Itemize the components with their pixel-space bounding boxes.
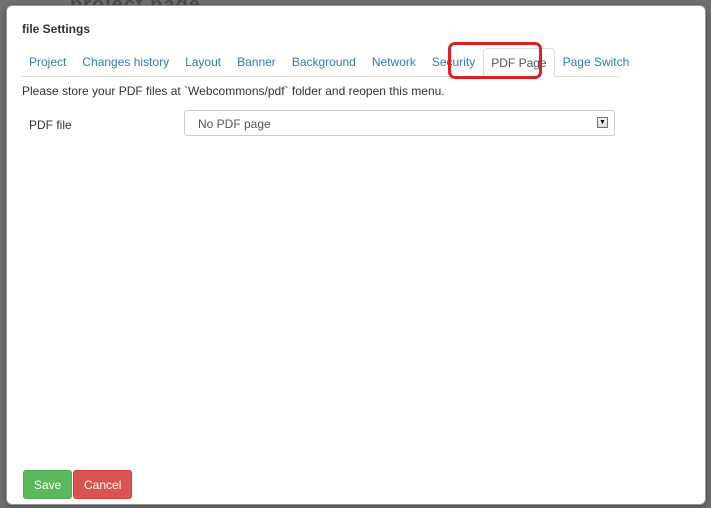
tab-network[interactable]: Network xyxy=(364,48,424,76)
chevron-down-icon[interactable]: ▼ xyxy=(597,117,608,128)
cancel-button[interactable]: Cancel xyxy=(73,470,133,499)
tab-layout[interactable]: Layout xyxy=(177,48,229,76)
save-button[interactable]: Save xyxy=(23,470,73,499)
tab-security[interactable]: Security xyxy=(424,48,483,76)
tab-pdf-page[interactable]: PDF Page xyxy=(483,48,555,77)
settings-dialog: file Settings Project Changes history La… xyxy=(6,5,706,505)
settings-tabs: Project Changes history Layout Banner Ba… xyxy=(21,48,629,77)
pdf-file-label: PDF file xyxy=(29,118,72,132)
tab-page-switch[interactable]: Page Switch xyxy=(555,48,638,76)
tab-changes-history[interactable]: Changes history xyxy=(74,48,177,76)
tab-background[interactable]: Background xyxy=(284,48,364,76)
tab-banner[interactable]: Banner xyxy=(229,48,284,76)
pdf-file-select-value: No PDF page xyxy=(198,117,271,131)
pdf-folder-notice: Please store your PDF files at `Webcommo… xyxy=(22,84,445,98)
tab-project[interactable]: Project xyxy=(21,48,74,76)
dialog-title: file Settings xyxy=(22,22,91,36)
pdf-file-select[interactable]: No PDF page ▼ xyxy=(184,110,615,136)
